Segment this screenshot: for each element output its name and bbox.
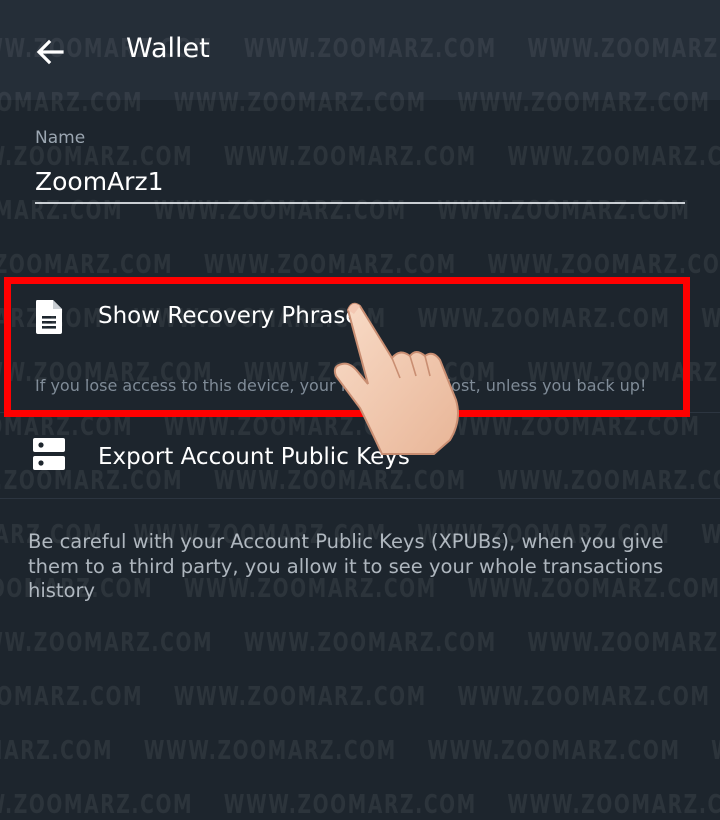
watermark-overlay: WWW.ZOOMARZ.COM WWW.ZOOMARZ.COM WWW.ZOOM… xyxy=(0,0,720,820)
divider xyxy=(0,498,720,499)
wallet-name-input[interactable] xyxy=(35,160,685,204)
watermark-line: WWW.ZOOMARZ.COM WWW.ZOOMARZ.COM WWW.ZOOM… xyxy=(0,628,720,658)
page-title: Wallet xyxy=(126,33,210,64)
xpub-warning-text: Be careful with your Account Public Keys… xyxy=(28,530,664,602)
recovery-warning-text: If you lose access to this device, your … xyxy=(35,376,647,395)
arrow-left-icon xyxy=(36,39,64,65)
show-recovery-phrase-label: Show Recovery Phrase xyxy=(98,303,360,329)
divider xyxy=(0,412,720,413)
app-bar: Wallet xyxy=(0,0,720,100)
watermark-line: WWW.ZOOMARZ.COM WWW.ZOOMARZ.COM WWW.ZOOM… xyxy=(0,682,711,712)
server-icon xyxy=(33,438,65,470)
watermark-line: WWW.ZOOMARZ.COM WWW.ZOOMARZ.COM WWW.ZOOM… xyxy=(0,736,720,766)
watermark-line: WWW.ZOOMARZ.COM WWW.ZOOMARZ.COM WWW.ZOOM… xyxy=(0,250,720,280)
watermark-line: WWW.ZOOMARZ.COM WWW.ZOOMARZ.COM WWW.ZOOM… xyxy=(0,790,720,820)
document-icon xyxy=(36,300,62,334)
export-public-keys-item[interactable]: Export Account Public Keys xyxy=(0,420,720,495)
back-button[interactable] xyxy=(22,24,78,80)
export-public-keys-label: Export Account Public Keys xyxy=(98,444,410,470)
name-field-label: Name xyxy=(35,128,86,148)
